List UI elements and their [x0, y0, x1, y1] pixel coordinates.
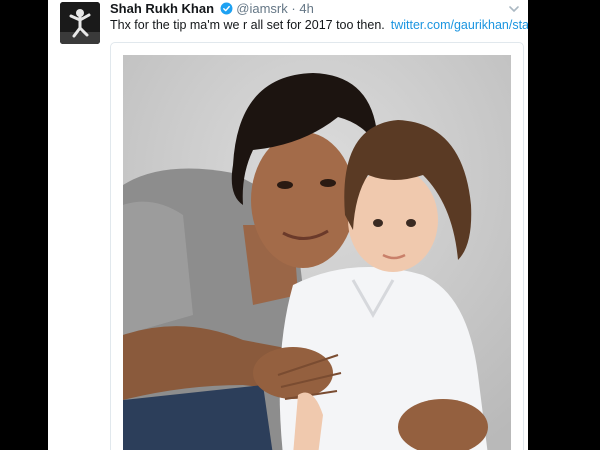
verified-badge-icon	[220, 2, 233, 15]
photo-illustration	[123, 55, 511, 450]
media-card[interactable]	[110, 42, 524, 450]
tweet-photo[interactable]	[123, 55, 511, 450]
tweet-timestamp[interactable]: 4h	[299, 1, 313, 16]
display-name[interactable]: Shah Rukh Khan	[110, 1, 214, 16]
tweet-panel: Shah Rukh Khan @iamsrk · 4h Thx for the …	[48, 0, 528, 450]
user-handle[interactable]: @iamsrk	[236, 1, 287, 16]
separator-dot: ·	[291, 1, 296, 16]
tweet-text: Thx for the tip ma'm we r all set for 20…	[110, 18, 385, 32]
profile-photo-icon	[60, 2, 100, 44]
tweet-body: Thx for the tip ma'm we r all set for 20…	[110, 17, 528, 33]
chevron-down-icon[interactable]	[508, 3, 520, 15]
tweet-header: Shah Rukh Khan @iamsrk · 4h	[110, 1, 314, 17]
tweet-link[interactable]: twitter.com/gaurikhan/stat...	[391, 18, 528, 32]
profile-avatar[interactable]	[60, 2, 100, 44]
